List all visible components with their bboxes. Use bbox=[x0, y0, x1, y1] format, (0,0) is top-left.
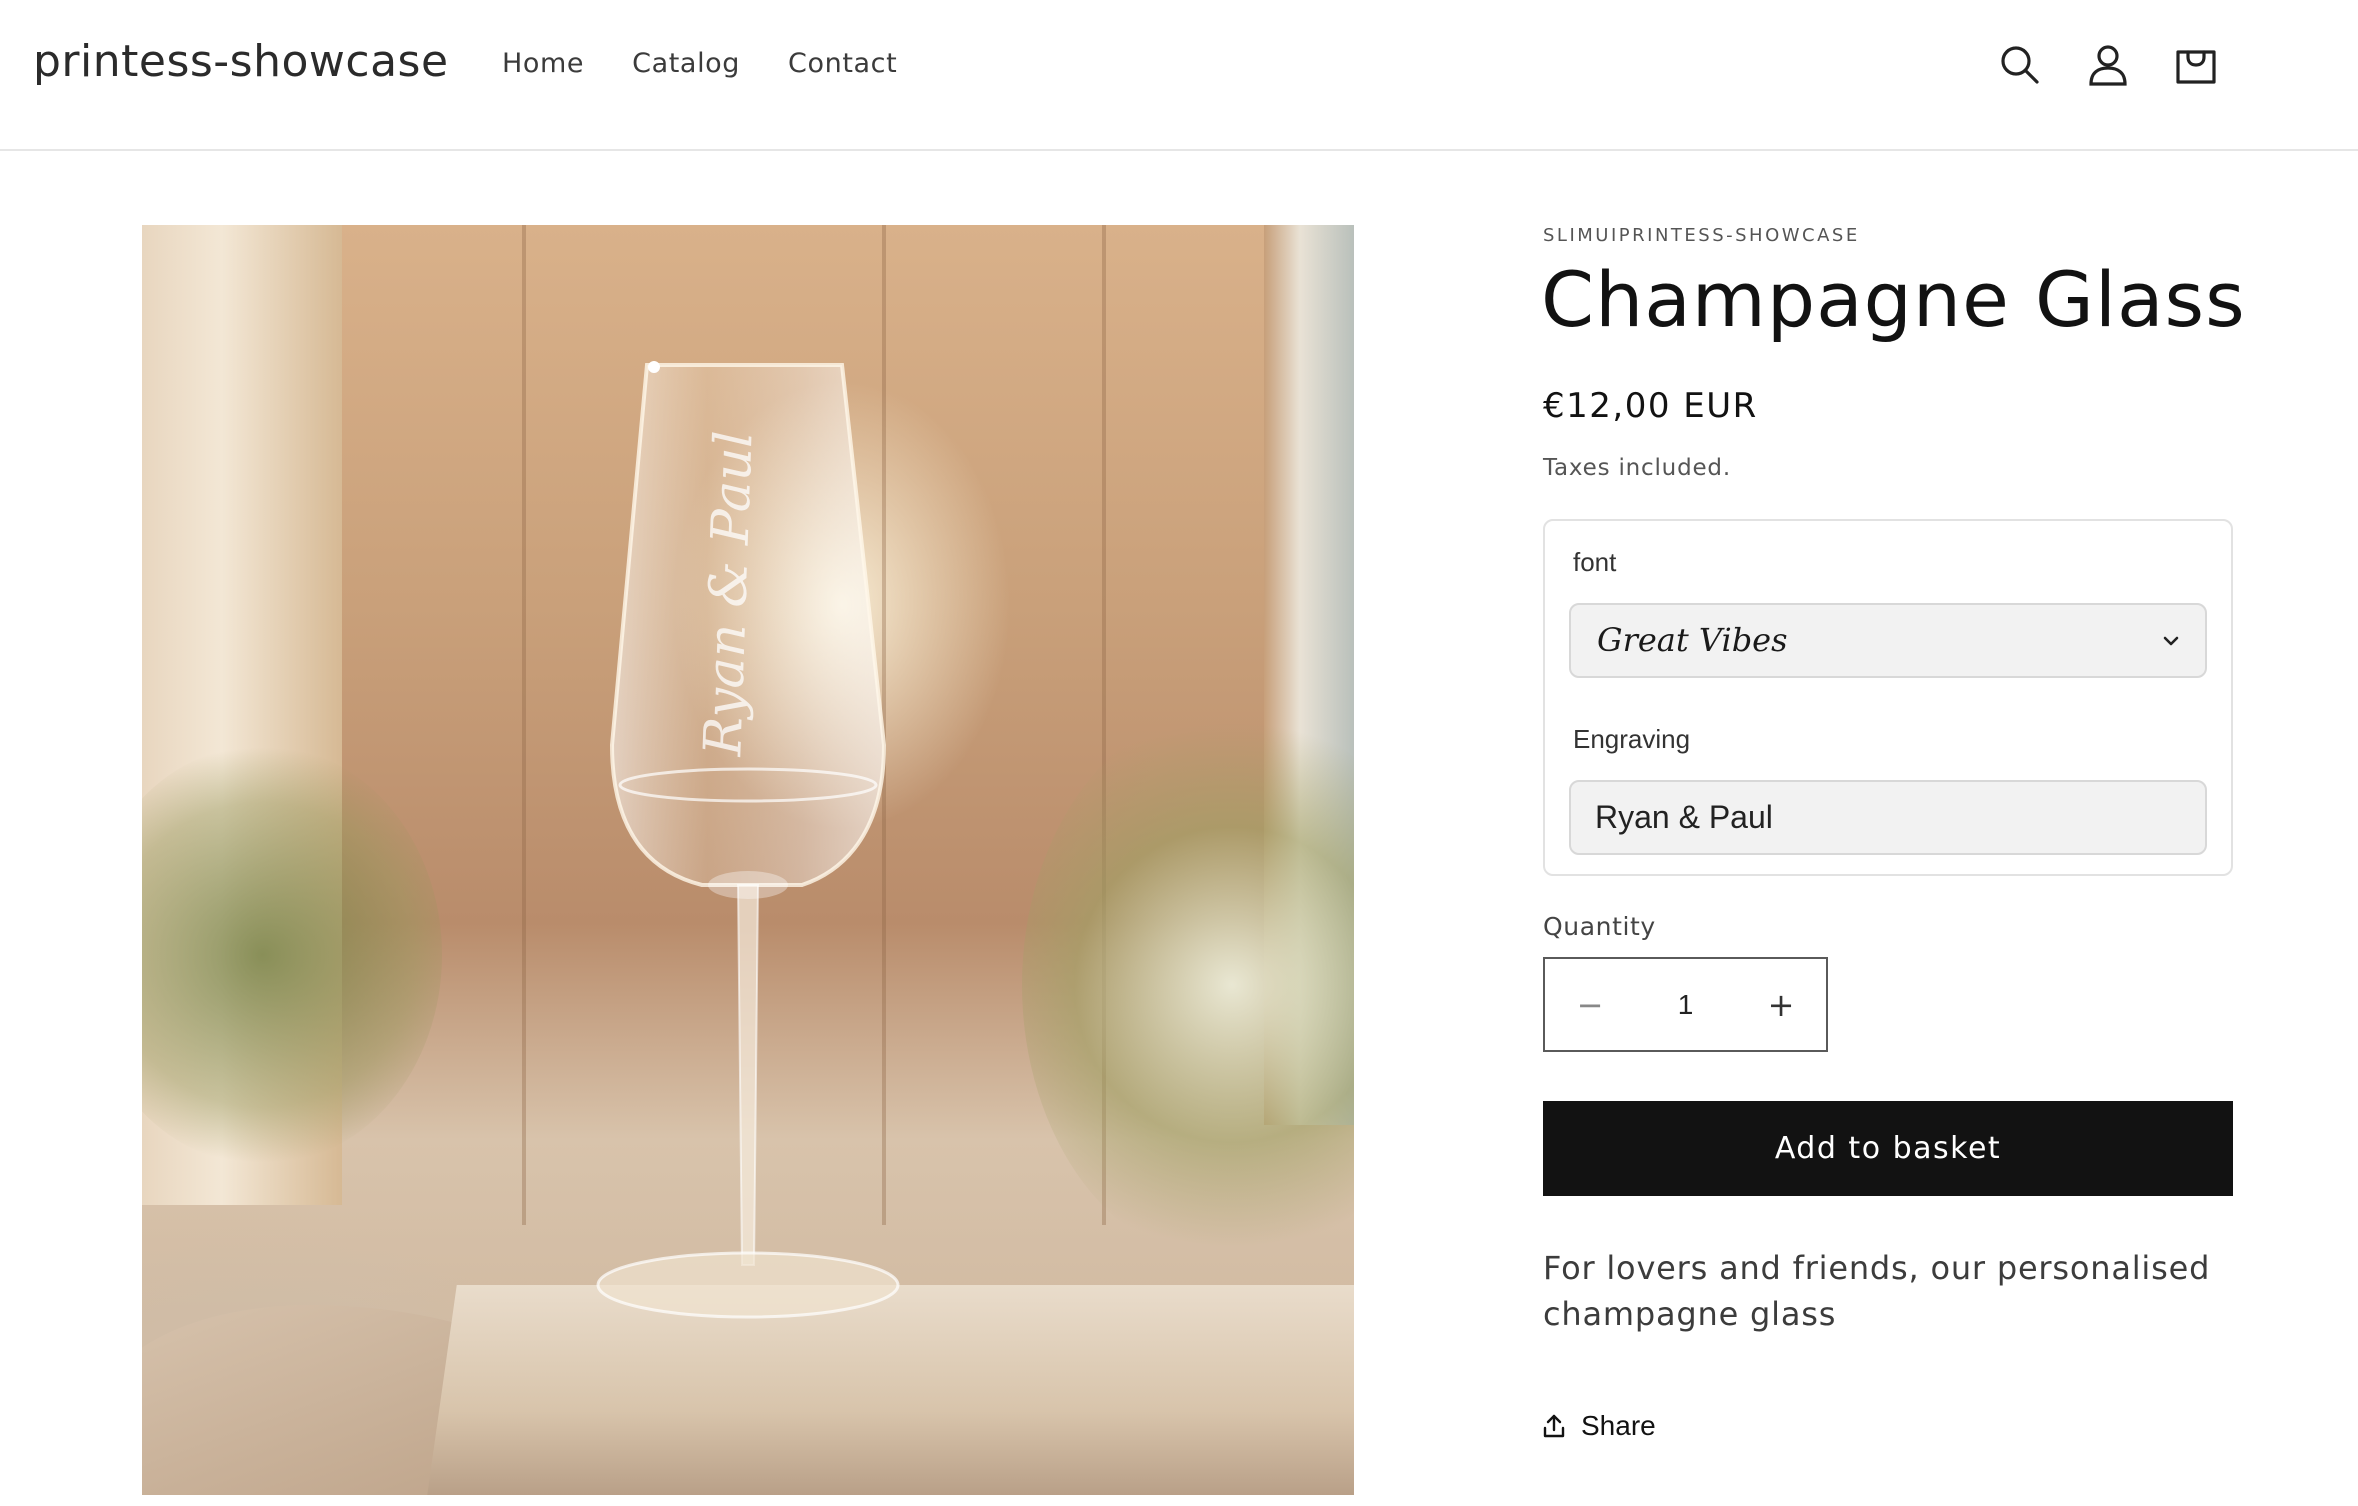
font-select-value: Great Vibes bbox=[1597, 621, 1788, 659]
quantity-stepper: − + bbox=[1543, 957, 1828, 1052]
font-select[interactable]: Great Vibes bbox=[1569, 603, 2207, 678]
quantity-input[interactable] bbox=[1635, 959, 1736, 1050]
chevron-down-icon bbox=[2163, 636, 2179, 646]
glass-engraving-text: Ryan & Paul bbox=[693, 429, 765, 757]
nav-catalog[interactable]: Catalog bbox=[632, 48, 740, 79]
site-header: printess-showcase Home Catalog Contact bbox=[0, 0, 2358, 151]
product-vendor: SLIMUIPRINTESS-SHOWCASE bbox=[1543, 225, 1860, 246]
tax-note: Taxes included. bbox=[1543, 455, 1731, 481]
share-icon bbox=[1543, 1414, 1565, 1438]
share-button[interactable]: Share bbox=[1541, 1410, 1656, 1442]
personalization-options: font Great Vibes Engraving bbox=[1543, 519, 2233, 876]
engraving-label: Engraving bbox=[1573, 724, 1691, 754]
main-nav: Home Catalog Contact bbox=[502, 48, 897, 79]
add-to-basket-button[interactable]: Add to basket bbox=[1543, 1101, 2233, 1196]
product-price: €12,00 EUR bbox=[1543, 386, 1758, 426]
quantity-increase-button[interactable]: + bbox=[1736, 959, 1826, 1050]
font-label: font bbox=[1573, 547, 1617, 577]
share-label: Share bbox=[1581, 1410, 1656, 1441]
quantity-decrease-button[interactable]: − bbox=[1545, 959, 1635, 1050]
product-title: Champagne Glass bbox=[1541, 255, 2246, 344]
nav-home[interactable]: Home bbox=[502, 48, 584, 79]
search-icon[interactable] bbox=[1996, 38, 2044, 92]
engraving-input[interactable] bbox=[1569, 780, 2207, 855]
product-description: For lovers and friends, our personalised… bbox=[1543, 1249, 2211, 1333]
cart-icon[interactable] bbox=[2172, 38, 2220, 92]
quantity-label: Quantity bbox=[1543, 912, 1656, 941]
account-icon[interactable] bbox=[2084, 38, 2132, 92]
champagne-glass-illustration bbox=[596, 361, 900, 1319]
nav-contact[interactable]: Contact bbox=[788, 48, 897, 79]
site-logo[interactable]: printess-showcase bbox=[33, 36, 449, 87]
product-image[interactable]: Ryan & Paul bbox=[142, 225, 1354, 1495]
